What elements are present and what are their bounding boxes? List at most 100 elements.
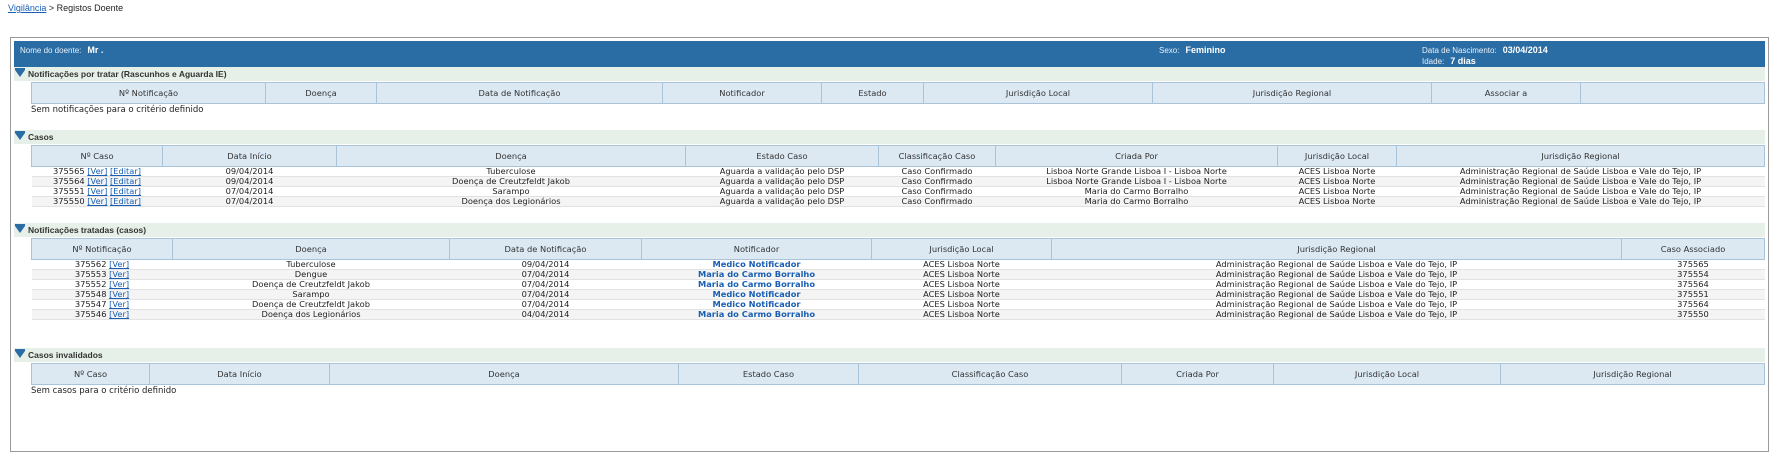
edit-link[interactable]: [Editar]	[110, 187, 141, 196]
column-header[interactable]: Jurisdição Local	[1273, 363, 1501, 385]
view-link[interactable]: [Ver]	[87, 197, 107, 206]
notification-id-cell: 375548 [Ver]	[31, 289, 173, 300]
view-link[interactable]: [Ver]	[109, 260, 129, 269]
patient-dob-label: Data de Nascimento:	[1422, 46, 1497, 55]
edit-link[interactable]: [Editar]	[110, 177, 141, 186]
column-header[interactable]: Data Início	[149, 363, 330, 385]
column-header[interactable]: Classificação Caso	[878, 145, 996, 167]
column-header[interactable]: Doença	[329, 363, 679, 385]
patient-dob-value: 03/04/2014	[1502, 45, 1548, 55]
notifier-link[interactable]: Medico Notificador	[712, 260, 800, 269]
edit-link[interactable]: [Editar]	[110, 197, 141, 206]
column-header[interactable]: Nº Notificação	[31, 238, 173, 260]
cases-section: Casos Nº Caso Data Início Doença Estado …	[14, 130, 1765, 210]
table-row: 375547 [Ver] Doença de Creutzfeldt Jakob…	[31, 299, 1765, 310]
case-classification: Caso Confirmado	[878, 196, 996, 207]
view-link[interactable]: [Ver]	[109, 310, 129, 319]
notifier-link[interactable]: Medico Notificador	[712, 300, 800, 309]
collapse-toggle-icon[interactable]	[15, 224, 25, 233]
patient-name-field: Nome do doente: Mr .	[20, 45, 103, 55]
column-header[interactable]: Classificação Caso	[858, 363, 1122, 385]
column-header[interactable]: Criada Por	[1121, 363, 1274, 385]
column-header[interactable]: Data de Notificação	[449, 238, 642, 260]
cases-header: Casos	[14, 130, 1765, 144]
local-jurisdiction: ACES Lisboa Norte	[871, 269, 1052, 280]
view-link[interactable]: [Ver]	[109, 290, 129, 299]
case-id-cell: 375551 [Ver] [Editar]	[31, 186, 163, 197]
associated-case: 375565	[1621, 259, 1765, 270]
collapse-toggle-icon[interactable]	[15, 131, 25, 140]
case-status: Aguarda a validação pelo DSP	[685, 176, 879, 187]
local-jurisdiction: ACES Lisboa Norte	[1277, 196, 1397, 207]
column-header[interactable]: Estado Caso	[678, 363, 859, 385]
column-header[interactable]: Jurisdição Regional	[1500, 363, 1765, 385]
collapse-toggle-icon[interactable]	[15, 349, 25, 358]
case-id: 375565	[52, 166, 85, 176]
disease: Doença de Creutzfeldt Jakob	[172, 299, 450, 310]
column-header[interactable]: Jurisdição Local	[871, 238, 1052, 260]
notification-date: 07/04/2014	[449, 299, 642, 310]
column-header[interactable]: Estado Caso	[685, 145, 879, 167]
table-header-row: Nº Notificação Doença Data de Notificaçã…	[31, 238, 1765, 260]
column-header[interactable]: Notificador	[641, 238, 872, 260]
notification-id-cell: 375562 [Ver]	[31, 259, 173, 270]
breadcrumb-link-vigilancia[interactable]: Vigilância	[8, 3, 46, 13]
local-jurisdiction: ACES Lisboa Norte	[871, 299, 1052, 310]
column-header[interactable]: Jurisdição Regional	[1152, 82, 1432, 104]
notifier-link[interactable]: Maria do Carmo Borralho	[698, 280, 815, 289]
case-id: 375550	[52, 196, 85, 206]
patient-name-value: Mr .	[87, 45, 104, 55]
associated-case: 375564	[1621, 299, 1765, 310]
column-header[interactable]: Nº Notificação	[31, 82, 266, 104]
invalidated-empty-message: Sem casos para o critério definido	[31, 386, 177, 396]
view-link[interactable]: [Ver]	[109, 300, 129, 309]
column-header[interactable]: Data de Notificação	[376, 82, 663, 104]
view-link[interactable]: [Ver]	[87, 167, 107, 176]
table-row: 375550 [Ver] [Editar] 07/04/2014 Doença …	[31, 196, 1765, 207]
local-jurisdiction: ACES Lisboa Norte	[1277, 186, 1397, 197]
view-link[interactable]: [Ver]	[87, 187, 107, 196]
local-jurisdiction: ACES Lisboa Norte	[871, 279, 1052, 290]
column-header[interactable]: Jurisdição Local	[1277, 145, 1397, 167]
local-jurisdiction: ACES Lisboa Norte	[1277, 176, 1397, 187]
column-header[interactable]: Jurisdição Regional	[1051, 238, 1622, 260]
notifier-link[interactable]: Maria do Carmo Borralho	[698, 310, 815, 319]
disease: Sarampo	[336, 186, 686, 197]
table-header-row: Nº Notificação Doença Data de Notificaçã…	[31, 82, 1765, 104]
patient-dob-field: Data de Nascimento: 03/04/2014	[1422, 45, 1548, 55]
column-header[interactable]: Doença	[336, 145, 686, 167]
column-header[interactable]: Doença	[265, 82, 377, 104]
collapse-toggle-icon[interactable]	[15, 68, 25, 77]
regional-jurisdiction: Administração Regional de Saúde Lisboa e…	[1051, 299, 1622, 310]
notification-id-cell: 375546 [Ver]	[31, 309, 173, 320]
patient-name-label: Nome do doente:	[20, 46, 82, 55]
pending-notifications-table: Nº Notificação Doença Data de Notificaçã…	[31, 82, 1765, 104]
column-header[interactable]: Nº Caso	[31, 363, 150, 385]
treated-notifications-section: Notificações tratadas (casos) Nº Notific…	[14, 223, 1765, 323]
view-link[interactable]: [Ver]	[109, 280, 129, 289]
notification-id-cell: 375553 [Ver]	[31, 269, 173, 280]
view-link[interactable]: [Ver]	[87, 177, 107, 186]
column-header-empty	[1580, 82, 1765, 104]
notifier-link[interactable]: Medico Notificador	[712, 290, 800, 299]
pending-notifications-header: Notificações por tratar (Rascunhos e Agu…	[14, 67, 1765, 81]
invalidated-cases-section: Casos invalidados Nº Caso Data Início Do…	[14, 348, 1765, 408]
column-header[interactable]: Jurisdição Regional	[1396, 145, 1765, 167]
column-header[interactable]: Notificador	[662, 82, 822, 104]
column-header[interactable]: Associar a	[1431, 82, 1581, 104]
patient-age-value: 7 dias	[1450, 56, 1476, 66]
column-header[interactable]: Criada Por	[995, 145, 1278, 167]
notifier-link[interactable]: Maria do Carmo Borralho	[698, 270, 815, 279]
view-link[interactable]: [Ver]	[109, 270, 129, 279]
column-header[interactable]: Estado	[821, 82, 924, 104]
column-header[interactable]: Doença	[172, 238, 450, 260]
column-header[interactable]: Data Início	[162, 145, 337, 167]
column-header[interactable]: Caso Associado	[1621, 238, 1765, 260]
column-header[interactable]: Nº Caso	[31, 145, 163, 167]
local-jurisdiction: ACES Lisboa Norte	[871, 259, 1052, 270]
regional-jurisdiction: Administração Regional de Saúde Lisboa e…	[1396, 196, 1765, 207]
edit-link[interactable]: [Editar]	[110, 167, 141, 176]
notifier-cell: Medico Notificador	[641, 289, 872, 300]
notification-date: 09/04/2014	[449, 259, 642, 270]
column-header[interactable]: Jurisdição Local	[923, 82, 1153, 104]
